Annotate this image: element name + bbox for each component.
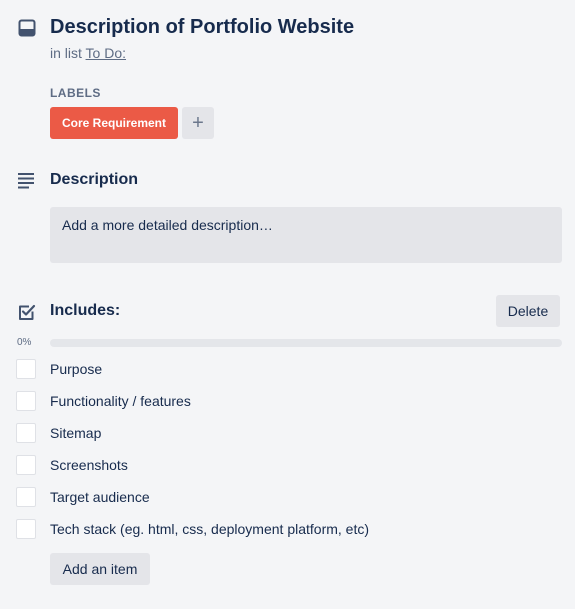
checklist-item-checkbox[interactable]: [16, 423, 36, 443]
checklist-item-checkbox[interactable]: [16, 487, 36, 507]
list-link[interactable]: To Do:: [86, 45, 126, 61]
checklist-item-text[interactable]: Sitemap: [50, 425, 101, 441]
description-input[interactable]: Add a more detailed description…: [50, 207, 562, 263]
checklist-item[interactable]: Screenshots: [0, 449, 575, 481]
card-title[interactable]: Description of Portfolio Website: [50, 16, 354, 39]
description-icon: [17, 171, 37, 189]
add-label-button[interactable]: +: [182, 107, 214, 139]
checklist-item[interactable]: Sitemap: [0, 417, 575, 449]
checklist-title[interactable]: Includes:: [50, 302, 120, 320]
in-list-info: in list To Do:: [50, 45, 126, 61]
add-checklist-item-button[interactable]: Add an item: [50, 553, 150, 585]
checklist-icon: [17, 302, 37, 322]
checklist-item-text[interactable]: Functionality / features: [50, 393, 191, 409]
checklist-item-text[interactable]: Target audience: [50, 489, 150, 505]
checklist-item-text[interactable]: Screenshots: [50, 457, 128, 473]
label-core-requirement[interactable]: Core Requirement: [50, 107, 178, 139]
checklist-item-text[interactable]: Tech stack (eg. html, css, deployment pl…: [50, 521, 369, 537]
checklist-item[interactable]: Tech stack (eg. html, css, deployment pl…: [0, 513, 575, 545]
in-list-prefix: in list: [50, 45, 82, 61]
checklist-item-checkbox[interactable]: [16, 359, 36, 379]
checklist-progress-bar: [50, 339, 562, 347]
description-heading: Description: [50, 171, 139, 188]
delete-checklist-button[interactable]: Delete: [496, 295, 560, 327]
checklist-item[interactable]: Functionality / features: [0, 385, 575, 417]
labels-heading: LABELS: [50, 86, 101, 100]
checklist-item-checkbox[interactable]: [16, 391, 36, 411]
checklist-progress-percent: 0%: [17, 337, 32, 348]
checklist-item-checkbox[interactable]: [16, 455, 36, 475]
plus-icon: +: [192, 111, 204, 134]
checklist-item[interactable]: Target audience: [0, 481, 575, 513]
card-icon: [17, 18, 37, 38]
checklist-item[interactable]: Purpose: [0, 353, 575, 385]
checklist-item-checkbox[interactable]: [16, 519, 36, 539]
checklist-item-text[interactable]: Purpose: [50, 361, 102, 377]
